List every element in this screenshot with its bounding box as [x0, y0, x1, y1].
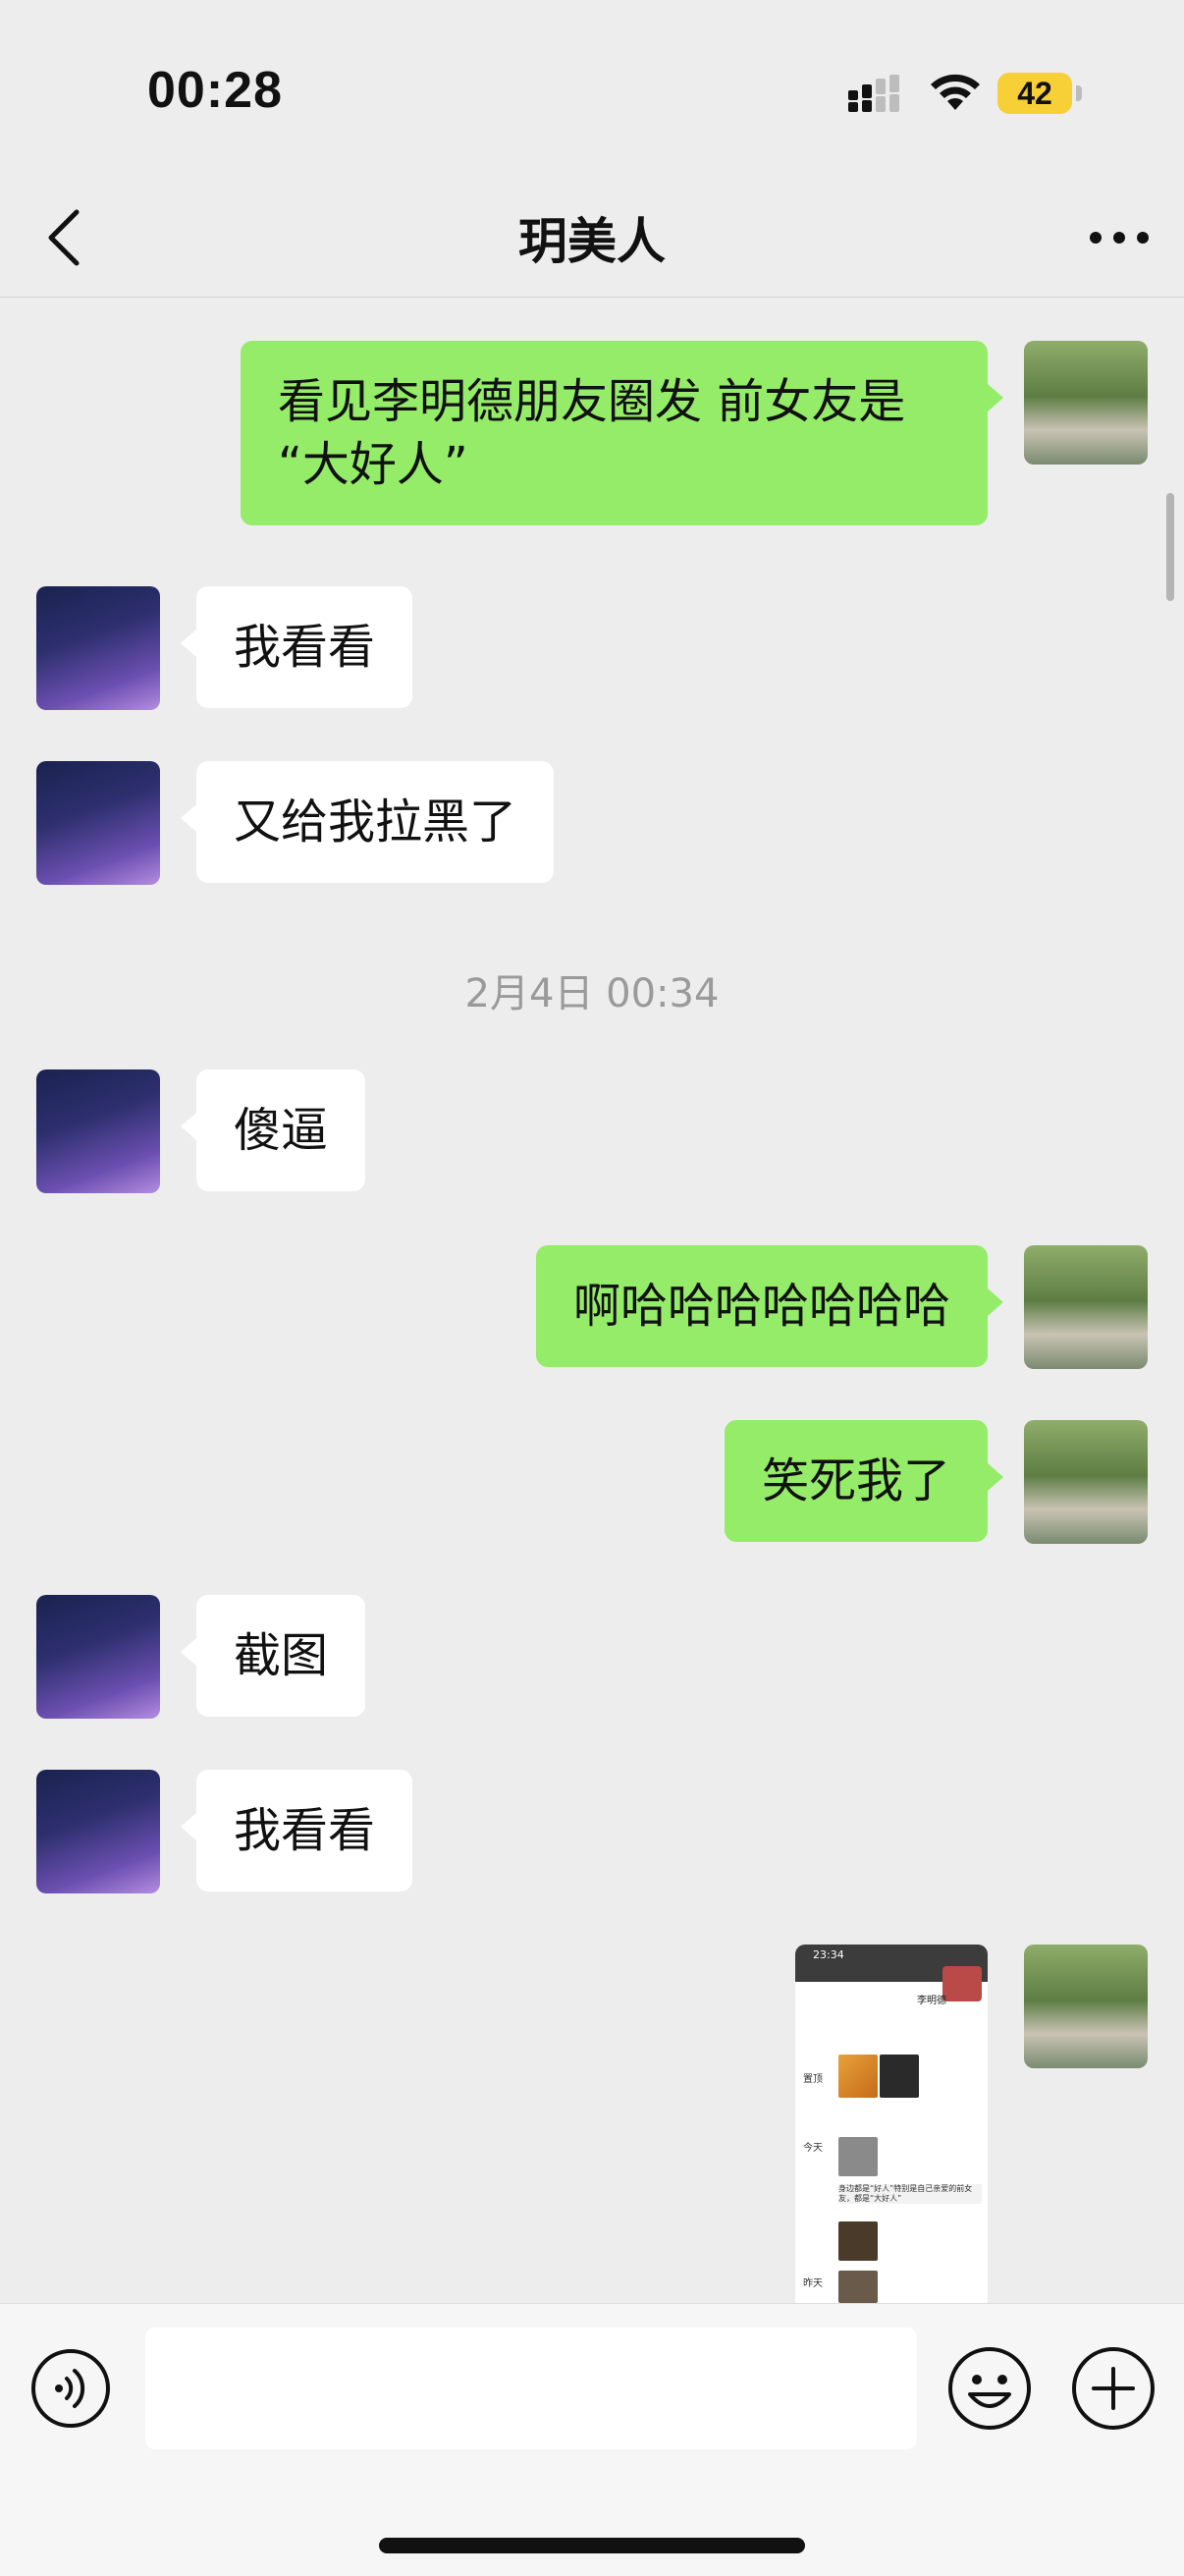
message-bubble-received[interactable]: 我看看 — [180, 1770, 413, 1891]
battery-icon: 42 — [997, 73, 1082, 114]
wifi-icon — [931, 74, 980, 110]
input-bar — [0, 2303, 1184, 2576]
screenshot-photo — [838, 2271, 878, 2303]
chat-timestamp: 2月4日 00:34 — [464, 971, 720, 1016]
self-avatar[interactable] — [1024, 1420, 1148, 1544]
message-bubble-sent[interactable]: 笑死我了 — [724, 1420, 1004, 1542]
self-avatar[interactable] — [1024, 341, 1148, 465]
chat-header: 玥美人 — [0, 177, 1184, 298]
screenshot-photo — [838, 2221, 878, 2261]
message-bubble-received[interactable]: 截图 — [180, 1595, 366, 1717]
screenshot-label-today: 今天 — [803, 2143, 823, 2154]
status-time: 00:28 — [147, 62, 283, 119]
more-options-button[interactable] — [1080, 208, 1158, 267]
emoji-button[interactable] — [946, 2345, 1033, 2432]
friend-avatar[interactable] — [36, 1069, 160, 1193]
self-avatar[interactable] — [1024, 1245, 1148, 1369]
message-bubble-sent[interactable]: 啊哈哈哈哈哈哈哈 — [535, 1245, 1004, 1367]
battery-level: 42 — [1017, 76, 1052, 111]
screenshot-cover-image — [942, 1966, 982, 2001]
friend-avatar[interactable] — [36, 1770, 160, 1893]
message-bubble-received[interactable]: 傻逼 — [180, 1069, 366, 1191]
message-bubble-sent[interactable]: 看见李明德朋友圈发 前女友是 “大好人” — [241, 341, 1003, 525]
chat-title: 玥美人 — [518, 213, 666, 270]
chat-messages[interactable]: 看见李明德朋友圈发 前女友是 “大好人” 我看看 又给我拉黑了 2月4日 00:… — [0, 298, 1184, 2303]
status-bar: 00:28 42 — [0, 0, 1184, 177]
voice-input-button[interactable] — [29, 2347, 112, 2430]
friend-avatar[interactable] — [36, 586, 160, 710]
friend-avatar[interactable] — [36, 761, 160, 885]
screenshot-photo — [838, 2055, 878, 2098]
friend-avatar[interactable] — [36, 1595, 160, 1719]
message-bubble-received[interactable]: 又给我拉黑了 — [180, 761, 555, 883]
screenshot-label-yesterday: 昨天 — [803, 2278, 823, 2289]
screenshot-profile-name: 李明德 — [917, 1996, 946, 2006]
home-indicator[interactable] — [379, 2538, 805, 2553]
screenshot-photo — [880, 2055, 919, 2098]
message-bubble-received[interactable]: 我看看 — [180, 586, 413, 708]
screenshot-caption: 身边都是“好人”特别是自己亲爱的前女友，都是“大好人” — [838, 2184, 982, 2204]
self-avatar[interactable] — [1024, 1945, 1148, 2068]
screenshot-label-pinned: 置顶 — [803, 2074, 823, 2085]
screenshot-image-message[interactable]: 23:34 李明德 置顶 今天 身边都是“好人”特别是自己亲爱的前女友，都是“大… — [795, 1945, 988, 2303]
screenshot-time: 23:34 — [813, 1948, 844, 1961]
message-input[interactable] — [145, 2328, 917, 2449]
cellular-signal-icon — [848, 75, 899, 112]
screenshot-photo — [838, 2137, 878, 2176]
add-more-button[interactable] — [1070, 2345, 1157, 2432]
